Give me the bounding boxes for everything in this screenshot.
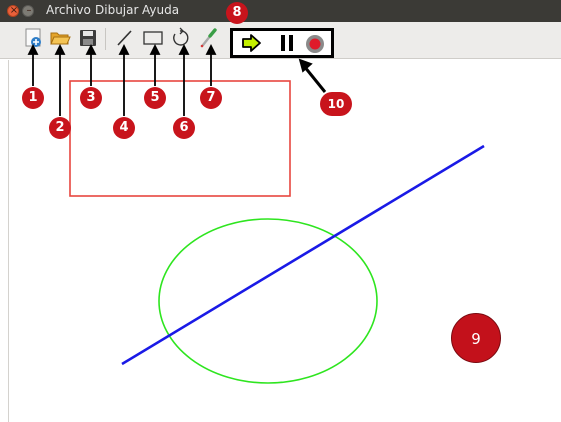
drawn-ellipse[interactable] — [158, 218, 378, 384]
annotation-badge-2: 2 — [49, 117, 71, 139]
annotation-badge-4: 4 — [113, 117, 135, 139]
annotation-badge-9: 9 — [451, 313, 501, 363]
drawn-line[interactable] — [121, 144, 485, 366]
annotation-badge-6: 6 — [173, 117, 195, 139]
annotation-badge-1: 1 — [22, 87, 44, 109]
annotation-badge-8: 8 — [226, 2, 248, 24]
annotation-badge-3: 3 — [80, 87, 102, 109]
annotation-badge-7: 7 — [200, 87, 222, 109]
annotation-badge-10: 10 — [320, 92, 352, 116]
annotation-badge-5: 5 — [144, 87, 166, 109]
